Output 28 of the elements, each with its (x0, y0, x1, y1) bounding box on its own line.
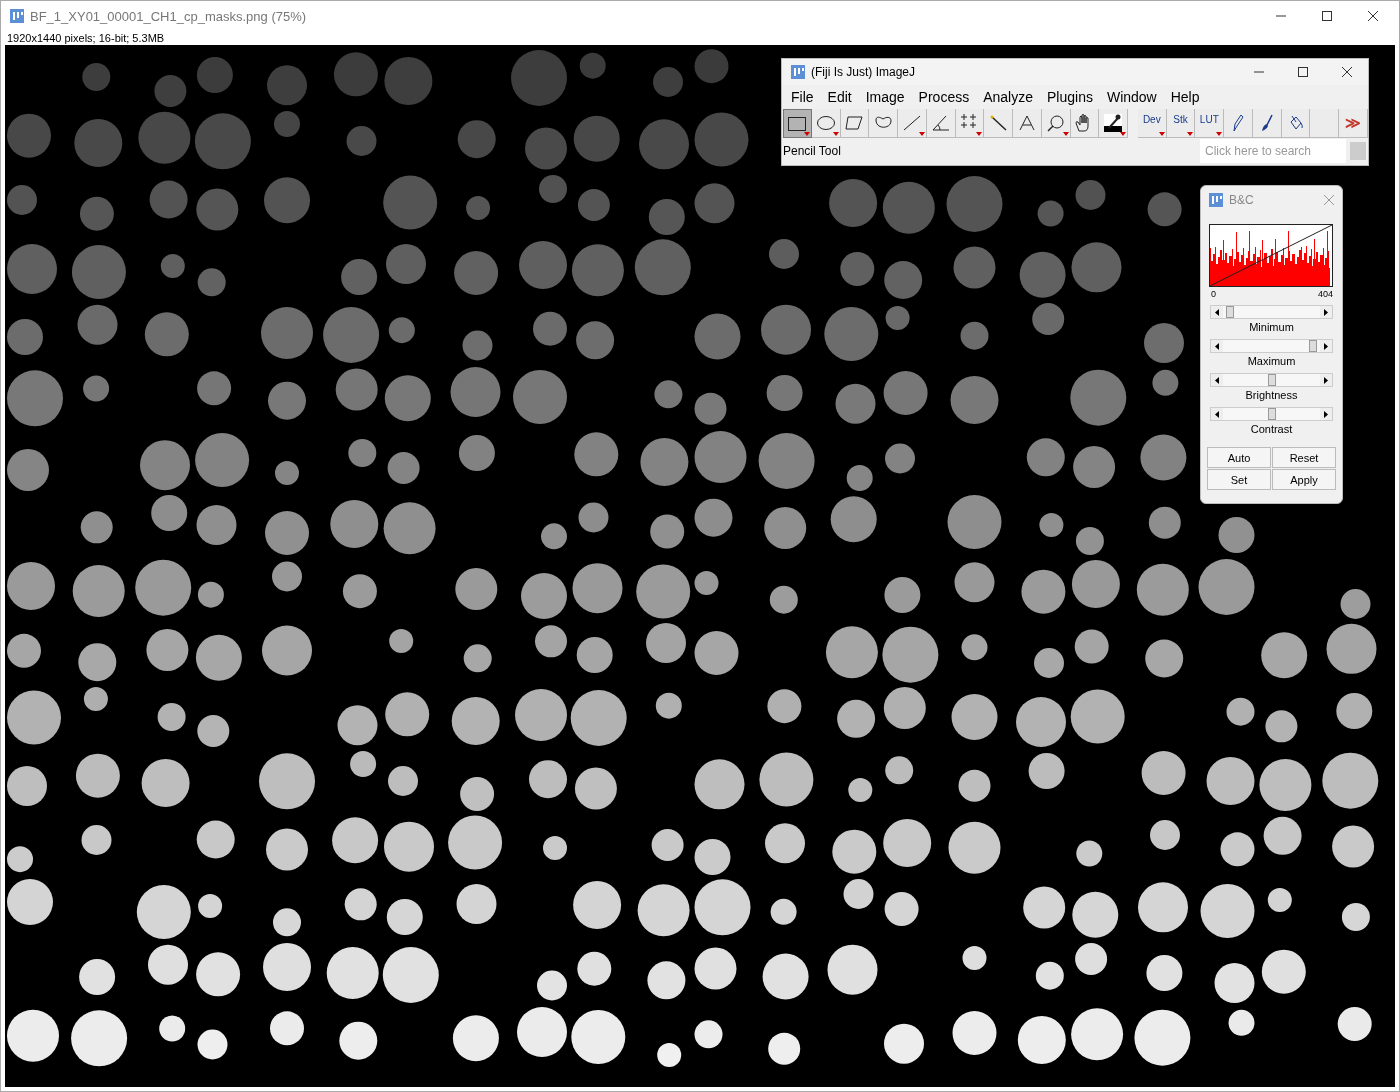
range-max-label: 404 (1317, 289, 1333, 299)
slider-label: Contrast (1249, 423, 1294, 435)
menu-item[interactable]: Edit (820, 89, 859, 105)
dialog-button[interactable]: Set (1207, 469, 1271, 490)
image-info: 1920x1440 pixels; 16-bit; 5.3MB (6, 31, 166, 45)
slider-label: Maximum (1246, 355, 1297, 367)
toolbar-button[interactable]: ≫ (1339, 109, 1368, 138)
window-title: (Fiji Is Just) ImageJ (811, 65, 915, 79)
slider-label: Brightness (1244, 389, 1299, 401)
menu-item[interactable]: Window (1099, 89, 1164, 105)
search-field[interactable]: Click here to search (1200, 139, 1346, 163)
toolbar-button[interactable]: Stk (1166, 109, 1196, 138)
dialog-button[interactable]: Auto (1207, 447, 1271, 468)
slider-label: Minimum (1248, 321, 1295, 333)
menu-item[interactable]: Plugins (1040, 89, 1100, 105)
menu-item[interactable]: File (784, 89, 821, 105)
menu-item[interactable]: Image (858, 89, 912, 105)
toolbar-button[interactable]: LUT (1195, 109, 1225, 138)
window-title: B&C (1229, 193, 1254, 207)
dialog-button[interactable]: Reset (1272, 447, 1336, 468)
window-title: BF_1_XY01_00001_CH1_cp_masks.png (75%) (30, 8, 307, 24)
dialog-button[interactable]: Apply (1272, 469, 1336, 490)
menu-item[interactable]: Analyze (976, 89, 1040, 105)
menu-item[interactable]: Process (911, 89, 977, 105)
menu-item[interactable]: Help (1163, 89, 1207, 105)
status-text: Pencil Tool (782, 144, 842, 158)
range-min-label: 0 (1211, 289, 1216, 299)
toolbar-button[interactable]: Dev (1137, 109, 1167, 138)
